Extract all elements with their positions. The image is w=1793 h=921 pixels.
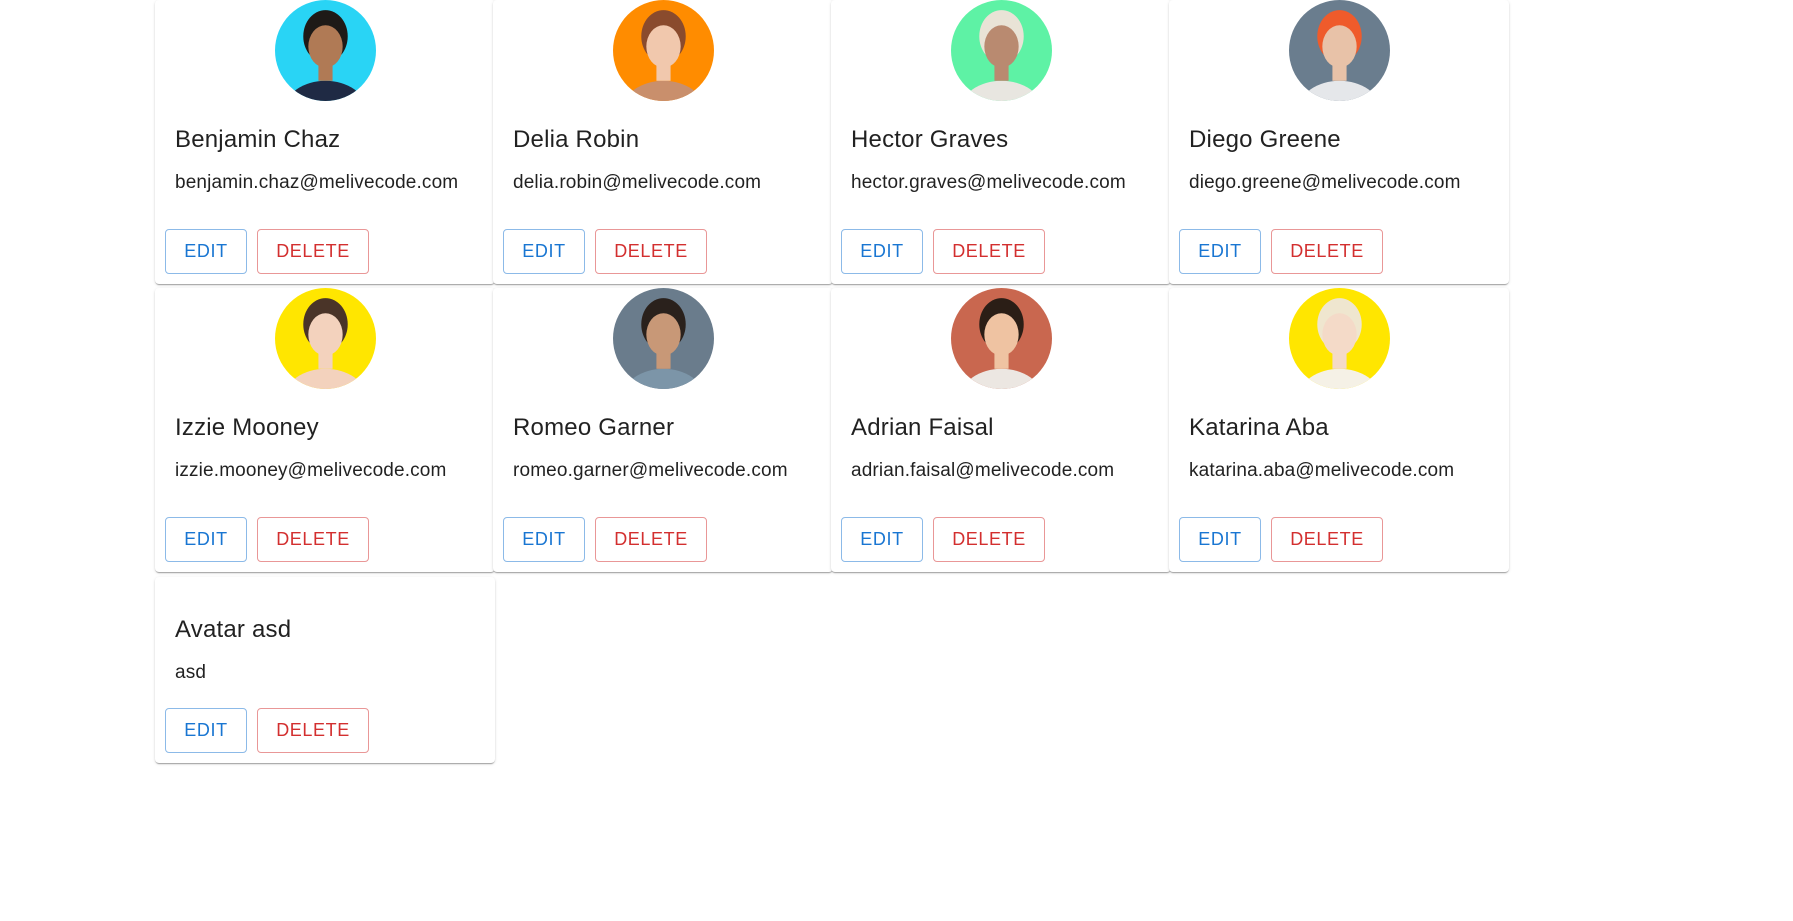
avatar-container <box>831 0 1171 101</box>
user-email: romeo.garner@melivecode.com <box>513 460 788 481</box>
card-actions: EDIT DELETE <box>841 229 1045 274</box>
avatar-face <box>983 25 1019 68</box>
avatar-portrait <box>274 0 376 101</box>
user-name: Adrian Faisal <box>851 414 994 441</box>
user-card: Izzie Mooney izzie.mooney@melivecode.com E… <box>155 288 495 572</box>
avatar-face <box>1321 313 1357 356</box>
avatar-portrait <box>950 0 1052 101</box>
user-email: asd <box>175 662 207 683</box>
avatar-container <box>493 0 833 101</box>
delete-button[interactable]: DELETE <box>933 517 1045 562</box>
avatar <box>950 288 1052 389</box>
delete-button[interactable]: DELETE <box>257 229 369 274</box>
user-name: Diego Greene <box>1189 126 1341 153</box>
delete-button[interactable]: DELETE <box>1271 229 1383 274</box>
avatar-portrait <box>1288 0 1390 101</box>
delete-button[interactable]: DELETE <box>933 229 1045 274</box>
user-card: Romeo Garner romeo.garner@melivecode.com E… <box>493 288 833 572</box>
avatar-container <box>493 288 833 389</box>
avatar <box>1288 0 1390 101</box>
edit-button[interactable]: EDIT <box>165 229 247 274</box>
user-email: diego.greene@melivecode.com <box>1189 172 1461 193</box>
avatar-face <box>645 313 681 356</box>
user-card: Hector Graves hector.graves@melivecode.co… <box>831 0 1171 284</box>
user-email: hector.graves@melivecode.com <box>851 172 1126 193</box>
avatar-container <box>155 288 495 389</box>
avatar <box>950 0 1052 101</box>
avatar <box>612 288 714 389</box>
avatar-face <box>1321 25 1357 68</box>
delete-button[interactable]: DELETE <box>595 229 707 274</box>
edit-button[interactable]: EDIT <box>165 517 247 562</box>
edit-button[interactable]: EDIT <box>1179 517 1261 562</box>
avatar-portrait <box>612 288 714 389</box>
card-actions: EDIT DELETE <box>1179 517 1383 562</box>
card-actions: EDIT DELETE <box>841 517 1045 562</box>
user-email: katarina.aba@melivecode.com <box>1189 460 1455 481</box>
user-name: Benjamin Chaz <box>175 126 341 153</box>
edit-button[interactable]: EDIT <box>165 708 247 753</box>
user-card: Adrian Faisal adrian.faisal@melivecode.co… <box>831 288 1171 572</box>
user-card: Katarina Aba katarina.aba@melivecode.com E… <box>1169 288 1509 572</box>
avatar <box>274 288 376 389</box>
edit-button[interactable]: EDIT <box>1179 229 1261 274</box>
avatar-portrait <box>274 288 376 389</box>
delete-button[interactable]: DELETE <box>1271 517 1383 562</box>
card-actions: EDIT DELETE <box>503 517 707 562</box>
edit-button[interactable]: EDIT <box>503 517 585 562</box>
avatar-container <box>1169 288 1509 389</box>
card-actions: EDIT DELETE <box>165 229 369 274</box>
avatar <box>1288 288 1390 389</box>
avatar-face <box>983 313 1019 356</box>
avatar-portrait <box>950 288 1052 389</box>
avatar-face <box>307 25 343 68</box>
avatar <box>612 0 714 101</box>
avatar-container <box>1169 0 1509 101</box>
avatar-container <box>155 0 495 101</box>
avatar-container <box>831 288 1171 389</box>
avatar-face <box>645 25 681 68</box>
user-name: Izzie Mooney <box>175 414 319 441</box>
card-actions: EDIT DELETE <box>503 229 707 274</box>
card-actions: EDIT DELETE <box>1179 229 1383 274</box>
edit-button[interactable]: EDIT <box>503 229 585 274</box>
user-email: izzie.mooney@melivecode.com <box>175 460 447 481</box>
user-name: Delia Robin <box>513 126 640 153</box>
avatar-portrait <box>1288 288 1390 389</box>
card-actions: EDIT DELETE <box>165 708 369 753</box>
user-card: Delia Robin delia.robin@melivecode.com EDI… <box>493 0 833 284</box>
user-card: Avatar asd asd EDIT DELETE <box>155 577 495 763</box>
user-email: adrian.faisal@melivecode.com <box>851 460 1115 481</box>
user-name: Katarina Aba <box>1189 414 1329 441</box>
delete-button[interactable]: DELETE <box>595 517 707 562</box>
edit-button[interactable]: EDIT <box>841 229 923 274</box>
delete-button[interactable]: DELETE <box>257 517 369 562</box>
avatar-portrait <box>612 0 714 101</box>
user-card: Benjamin Chaz benjamin.chaz@melivecode.co… <box>155 0 495 284</box>
user-name: Avatar asd <box>175 616 292 643</box>
user-email: benjamin.chaz@melivecode.com <box>175 172 459 193</box>
user-card: Diego Greene diego.greene@melivecode.com E… <box>1169 0 1509 284</box>
delete-button[interactable]: DELETE <box>257 708 369 753</box>
card-actions: EDIT DELETE <box>165 517 369 562</box>
user-name: Romeo Garner <box>513 414 675 441</box>
user-name: Hector Graves <box>851 126 1009 153</box>
edit-button[interactable]: EDIT <box>841 517 923 562</box>
avatar-face <box>307 313 343 356</box>
avatar <box>274 0 376 101</box>
user-email: delia.robin@melivecode.com <box>513 172 762 193</box>
